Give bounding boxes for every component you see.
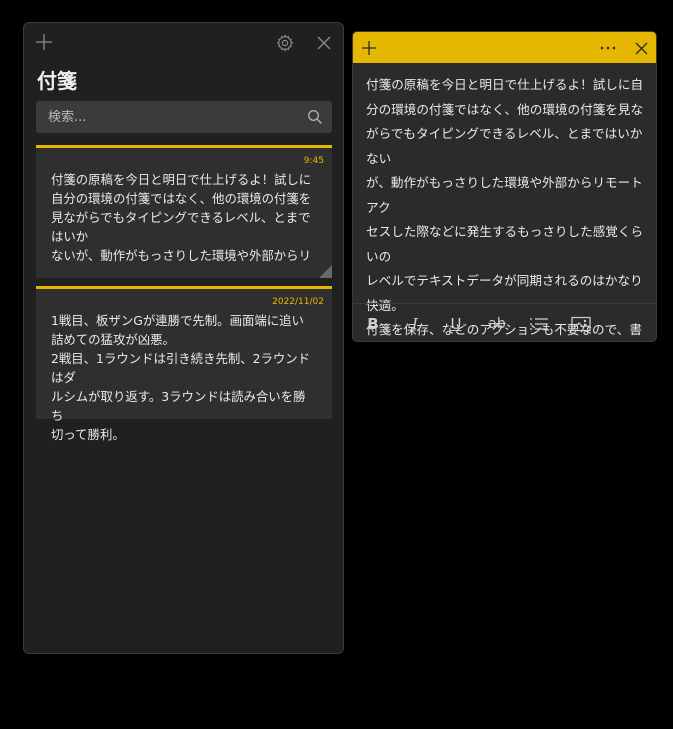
search-box — [36, 101, 332, 133]
insert-image-button[interactable] — [570, 314, 592, 334]
notes-list-window: 付箋 9:45 付箋の原稿を今日と明日で仕上げるよ！試しに 自分の環境の付箋では… — [23, 22, 344, 654]
note-timestamp: 9:45 — [303, 156, 324, 166]
note-preview: 付箋の原稿を今日と明日で仕上げるよ！試しに 自分の環境の付箋ではなく、他の環境の… — [51, 172, 312, 263]
strikethrough-button[interactable]: ab — [486, 314, 508, 334]
note-card[interactable]: 9:45 付箋の原稿を今日と明日で仕上げるよ！試しに 自分の環境の付箋ではなく、… — [36, 145, 332, 278]
close-icon — [635, 42, 647, 54]
note-card[interactable]: 2022/11/02 1戦目、板ザンGが連勝で先制。画面端に追い 詰めての猛攻が… — [36, 286, 332, 442]
plus-icon — [362, 41, 376, 55]
page-title: 付箋 — [37, 69, 77, 93]
note-timestamp: 2022/11/02 — [272, 297, 324, 307]
new-note-button[interactable] — [34, 32, 54, 52]
plus-icon — [36, 34, 52, 50]
new-note-button[interactable] — [359, 38, 379, 58]
settings-button[interactable] — [275, 33, 295, 53]
bullet-list-button[interactable] — [528, 314, 550, 334]
bold-button[interactable]: B — [362, 314, 384, 334]
gear-icon — [276, 34, 294, 52]
close-list-button[interactable] — [314, 33, 334, 53]
list-icon — [530, 318, 548, 330]
search-input[interactable] — [36, 101, 298, 133]
close-icon — [317, 36, 331, 50]
underline-button[interactable]: U — [445, 314, 467, 334]
image-icon — [571, 316, 591, 332]
editor-title-bar[interactable] — [353, 32, 656, 63]
italic-button[interactable]: I — [404, 314, 426, 334]
more-icon — [600, 46, 616, 50]
search-icon — [308, 110, 322, 124]
note-preview: 1戦目、板ザンGが連勝で先制。画面端に追い 詰めての猛攻が凶悪。 2戦目、1ラウ… — [51, 313, 311, 442]
menu-button[interactable] — [598, 38, 618, 58]
note-editor-window: 付箋の原稿を今日と明日で仕上げるよ！試しに自 分の環境の付箋ではなく、他の環境の… — [352, 31, 657, 342]
search-button[interactable] — [307, 109, 323, 125]
note-content-editor[interactable]: 付箋の原稿を今日と明日で仕上げるよ！試しに自 分の環境の付箋ではなく、他の環境の… — [366, 73, 649, 341]
format-toolbar: B I U ab — [353, 303, 656, 341]
page-fold-shade — [319, 265, 332, 278]
close-note-button[interactable] — [631, 38, 651, 58]
